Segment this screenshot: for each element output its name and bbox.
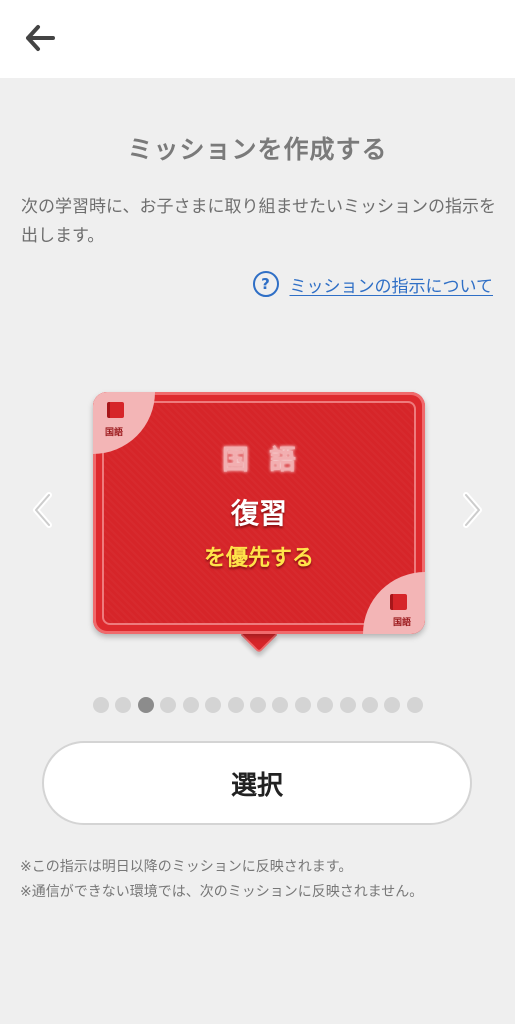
page-dot[interactable] <box>362 697 379 713</box>
back-button[interactable] <box>18 18 62 58</box>
chevron-left-icon <box>33 492 52 528</box>
page-dot[interactable] <box>137 697 154 713</box>
carousel-prev-button[interactable] <box>24 488 60 532</box>
help-link-label: ミッションの指示について <box>289 276 494 297</box>
corner-subject-label: 国語 <box>392 618 411 628</box>
card-mission-sub: を優先する <box>203 546 314 571</box>
carousel-next-button[interactable] <box>455 488 491 532</box>
page-dot[interactable] <box>227 697 244 713</box>
notes: ※この指示は明日以降のミッションに反映されます。 ※通信ができない環境では、次の… <box>20 855 500 905</box>
select-button[interactable]: 選択 <box>42 741 472 825</box>
page-dot[interactable] <box>93 697 109 713</box>
page-dot[interactable] <box>384 697 401 713</box>
select-button-label: 選択 <box>230 770 283 801</box>
card-mission: 復習 <box>230 497 287 530</box>
page-dot[interactable] <box>317 697 334 713</box>
mission-help-link[interactable]: ? ミッションの指示について <box>252 270 494 298</box>
page-dot[interactable] <box>115 697 132 713</box>
page-dot[interactable] <box>249 697 266 713</box>
carousel-page-indicator <box>93 697 423 713</box>
mission-card-body: 国語 国語 国語 復習 を優先する <box>93 392 425 634</box>
book-icon <box>107 402 124 418</box>
chevron-right-icon <box>463 492 482 528</box>
page-dot[interactable] <box>339 697 356 713</box>
page-dot[interactable] <box>182 697 199 713</box>
page-title: ミッションを作成する <box>127 135 388 164</box>
top-bar <box>0 0 515 78</box>
corner-subject-label: 国語 <box>105 428 124 438</box>
arrow-left-icon <box>26 25 55 51</box>
description-text: 次の学習時に、お子さまに取り組ませたいミッションの指示を出します。 <box>21 197 496 246</box>
page-dot[interactable] <box>294 697 311 713</box>
note-line: ※この指示は明日以降のミッションに反映されます。 <box>20 859 353 875</box>
note-line: ※通信ができない環境では、次のミッションに反映されません。 <box>20 884 424 900</box>
page-dot[interactable] <box>160 697 177 713</box>
question-circle-icon: ? <box>252 271 279 297</box>
book-icon <box>390 594 407 610</box>
page-dot[interactable] <box>406 697 423 713</box>
card-subject: 国語 <box>222 445 316 476</box>
mission-card[interactable]: 国語 国語 国語 復習 を優先する <box>93 392 425 658</box>
page-dot[interactable] <box>205 697 222 713</box>
page-dot[interactable] <box>272 697 289 713</box>
